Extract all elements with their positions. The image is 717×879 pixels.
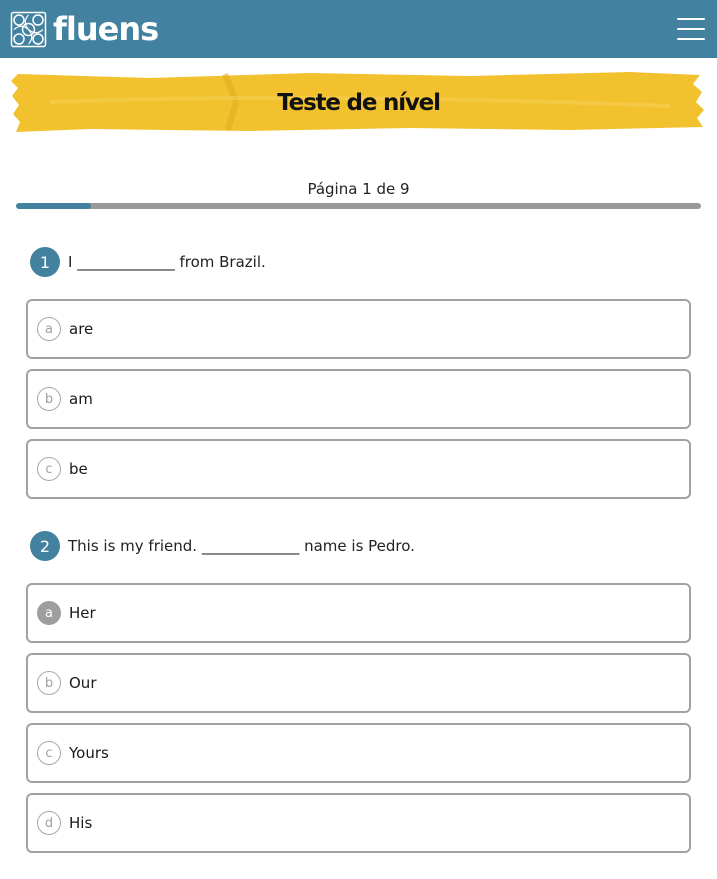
question-1-option-b[interactable]: b am (26, 369, 691, 429)
option-letter: b (37, 671, 61, 695)
option-label: Our (69, 674, 97, 692)
question-text: I _____________ from Brazil. (68, 253, 266, 271)
page-title: Teste de nível (277, 90, 441, 116)
top-bar: fluens (0, 0, 717, 58)
hamburger-menu-icon[interactable] (677, 18, 705, 40)
question-2-option-b[interactable]: b Our (26, 653, 691, 713)
question-2-option-c[interactable]: c Yours (26, 723, 691, 783)
question-2-option-d[interactable]: d His (26, 793, 691, 853)
option-letter: c (37, 457, 61, 481)
option-letter: d (37, 811, 61, 835)
option-label: are (69, 320, 94, 338)
question-2-option-a[interactable]: a Her (26, 583, 691, 643)
option-label: His (69, 814, 93, 832)
option-label: Her (69, 604, 96, 622)
question-text: This is my friend. _____________ name is… (68, 537, 415, 555)
brand-name: fluens (53, 10, 159, 48)
question-number-badge: 2 (30, 531, 60, 561)
question-1: 1 I _____________ from Brazil. (30, 247, 266, 277)
option-letter: a (37, 601, 61, 625)
option-label: Yours (69, 744, 109, 762)
progress-bar (16, 203, 701, 209)
progress-fill (16, 203, 92, 209)
question-1-option-a[interactable]: a are (26, 299, 691, 359)
option-letter: c (37, 741, 61, 765)
option-label: be (69, 460, 88, 478)
option-label: am (69, 390, 93, 408)
question-1-option-c[interactable]: c be (26, 439, 691, 499)
option-letter: a (37, 317, 61, 341)
page-indicator: Página 1 de 9 (307, 180, 410, 198)
brand-logo[interactable]: fluens (10, 10, 159, 48)
geometric-knot-logo-icon (10, 11, 47, 47)
option-letter: b (37, 387, 61, 411)
question-2: 2 This is my friend. _____________ name … (30, 531, 415, 561)
title-banner: Teste de nível (10, 72, 707, 134)
question-number-badge: 1 (30, 247, 60, 277)
